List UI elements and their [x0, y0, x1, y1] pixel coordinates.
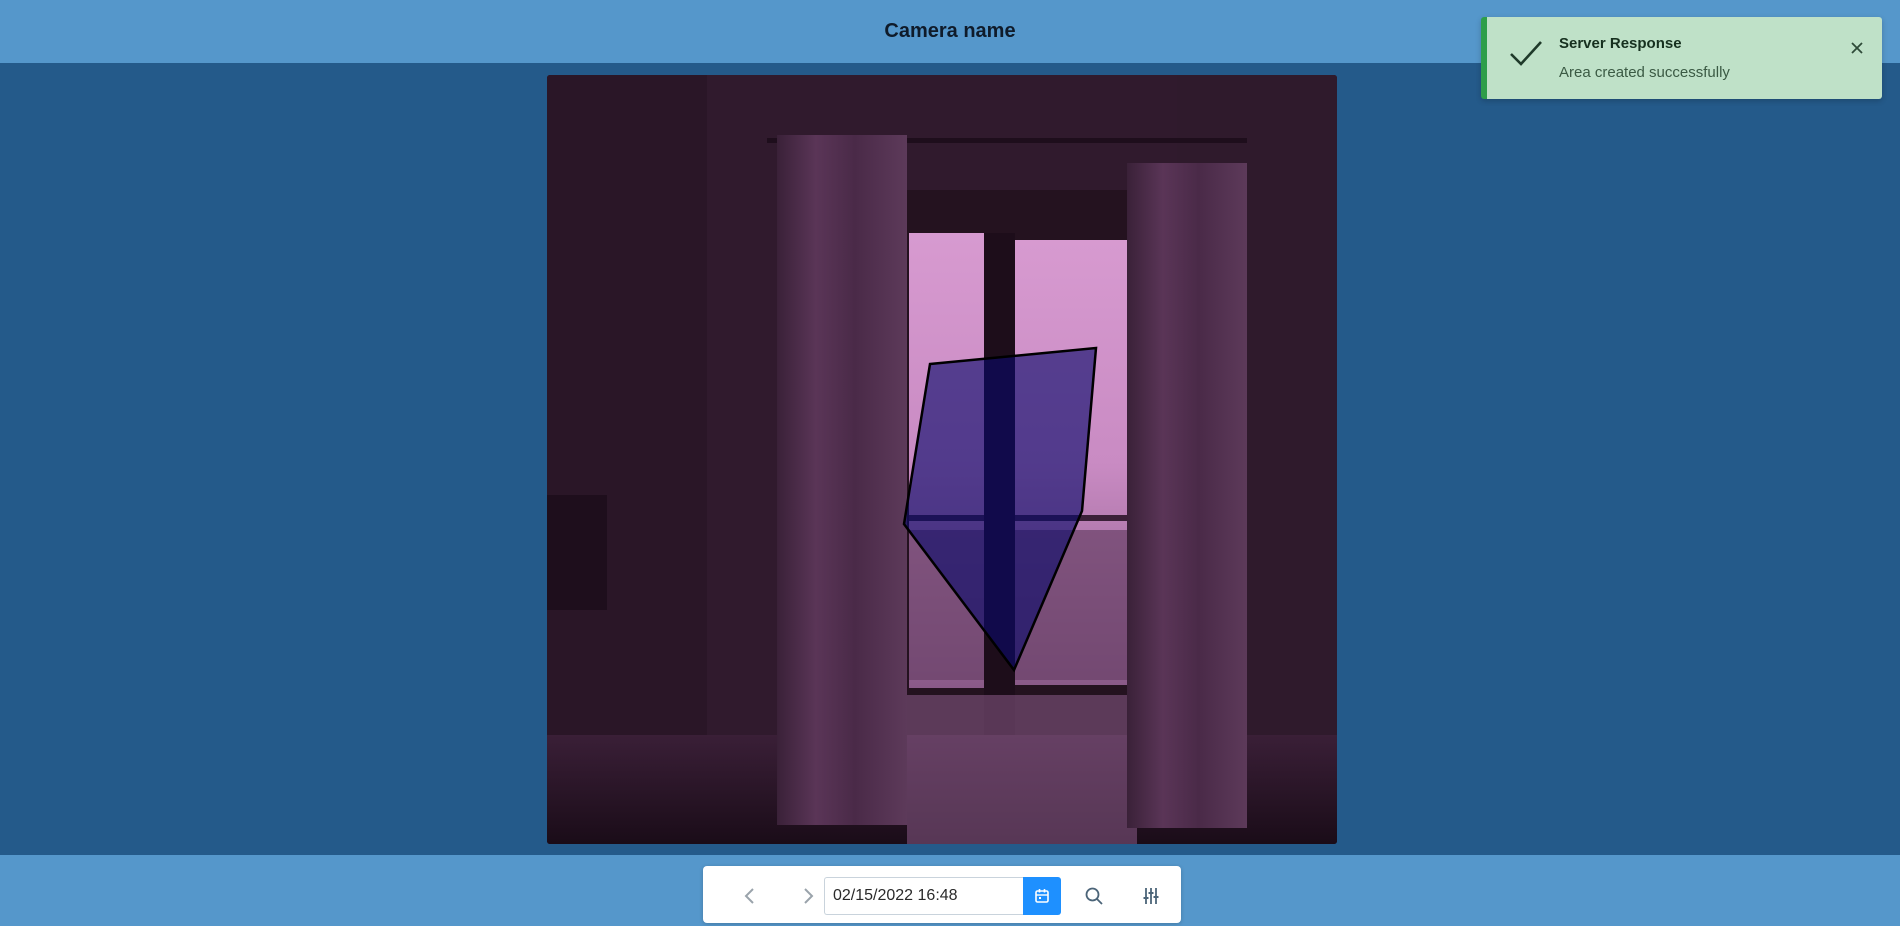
search-button[interactable] — [1075, 877, 1113, 915]
main-area — [0, 63, 1900, 855]
page-title: Camera name — [884, 20, 1016, 42]
chevron-left-icon — [744, 888, 754, 904]
chevron-right-icon — [804, 888, 814, 904]
search-icon — [1085, 887, 1103, 905]
next-button[interactable] — [789, 877, 827, 915]
camera-feed-image — [547, 75, 1337, 844]
toast-title: Server Response — [1559, 35, 1682, 52]
datetime-input[interactable] — [824, 877, 1026, 915]
sliders-icon — [1143, 888, 1159, 904]
toast-message: Area created successfully — [1559, 64, 1730, 81]
calendar-button[interactable] — [1023, 877, 1061, 915]
settings-button[interactable] — [1132, 877, 1170, 915]
toast-close-button[interactable] — [1846, 37, 1868, 59]
playback-toolbar — [703, 866, 1181, 923]
previous-button[interactable] — [731, 877, 769, 915]
calendar-icon — [1035, 889, 1049, 903]
server-response-toast: Server Response Area created successfull… — [1481, 17, 1882, 99]
bottom-bar — [0, 855, 1900, 926]
camera-image[interactable] — [547, 75, 1337, 844]
checkmark-icon — [1510, 41, 1542, 66]
close-icon — [1851, 42, 1863, 54]
